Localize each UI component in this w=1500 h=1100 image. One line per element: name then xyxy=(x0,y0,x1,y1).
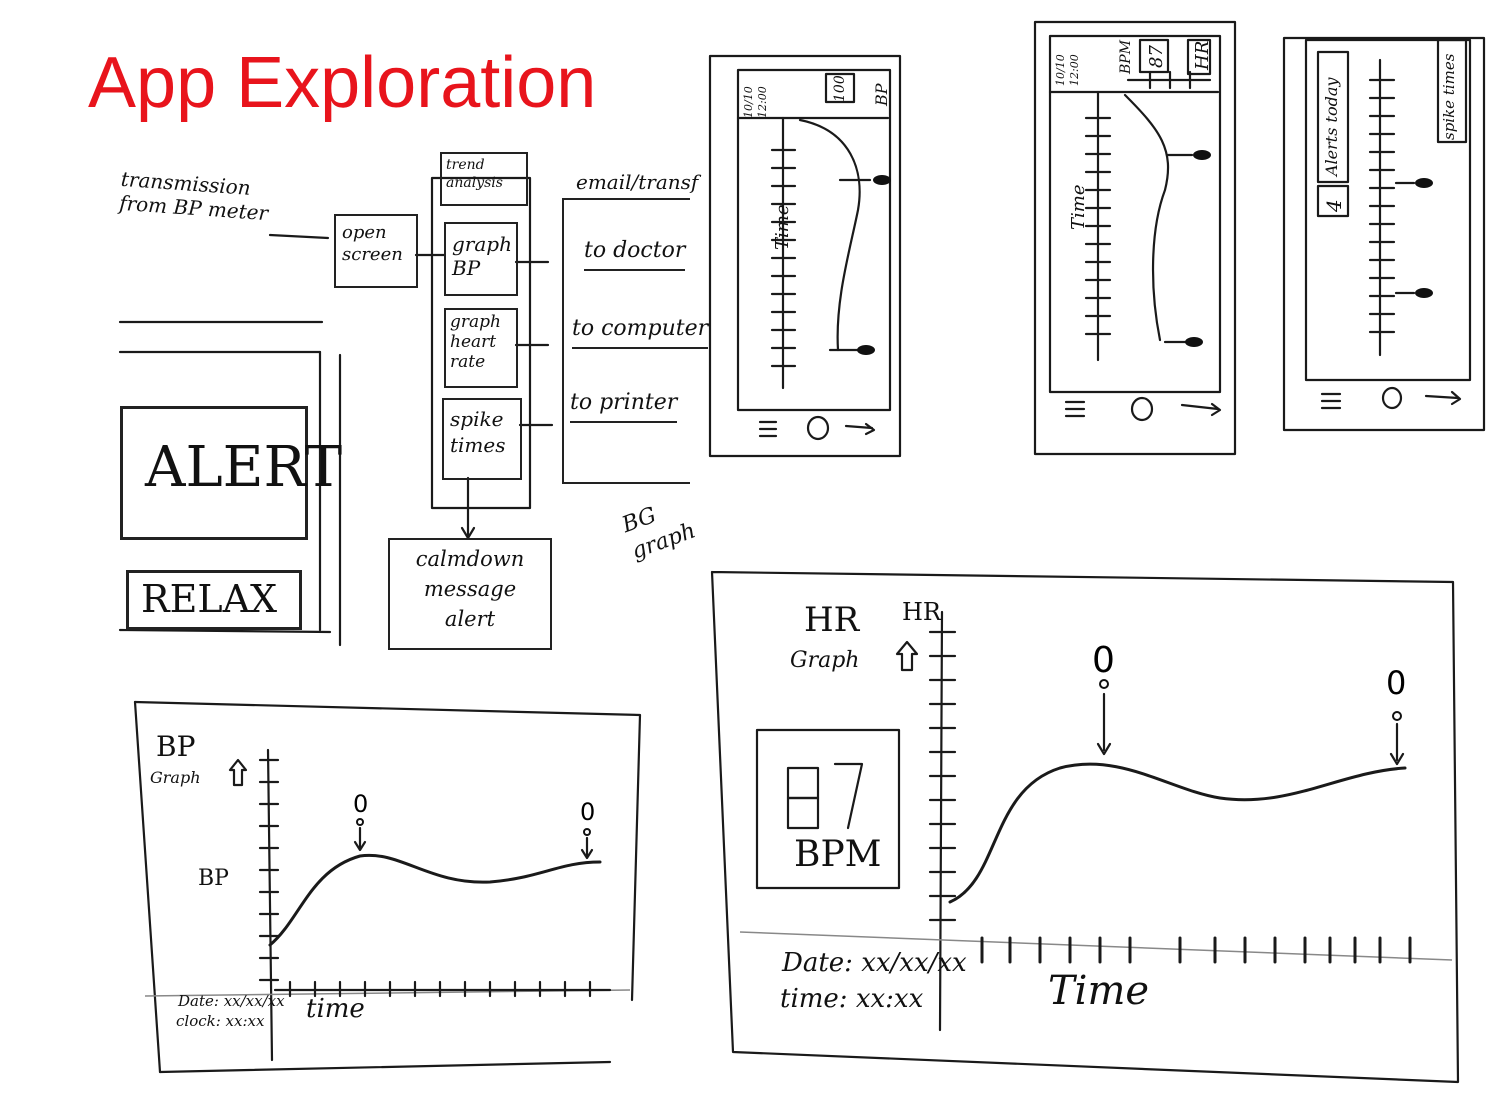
svg-text:0: 0 xyxy=(1092,640,1115,681)
to-computer-option[interactable]: to computer xyxy=(572,316,709,349)
phone-hr-label: HR xyxy=(1192,40,1213,70)
hr-time: time: xx:xx xyxy=(780,984,924,1014)
calmdown-label: calmdown message alert xyxy=(415,547,525,631)
spike-times-label: spike times xyxy=(450,407,506,457)
bp-x-label: time xyxy=(306,994,365,1024)
calmdown-box[interactable]: calmdown message alert xyxy=(388,538,552,650)
phone-hr-unit: BPM xyxy=(1118,39,1134,74)
phone-spike-alerts-count: 4 xyxy=(1322,199,1346,212)
alert-label: ALERT xyxy=(145,435,343,500)
open-screen-label: open screen xyxy=(342,222,403,265)
phone-hr-curve xyxy=(1123,93,1170,342)
hr-y-label: HR xyxy=(902,598,941,626)
phone-spike-alerts-label: Alerts today xyxy=(1322,77,1341,176)
alert-banner[interactable]: ALERT xyxy=(120,406,342,540)
trend-analysis-label: trend analysis xyxy=(446,157,503,191)
open-screen-box[interactable]: open screen xyxy=(334,214,418,288)
graph-bp-label: graph BP xyxy=(452,232,512,280)
to-printer-option[interactable]: to printer xyxy=(570,390,678,423)
bp-date: Date: xx/xx/xx xyxy=(178,992,285,1010)
hr-curve xyxy=(948,762,1407,904)
hr-graph-subtitle: Graph xyxy=(790,648,860,673)
sketch-lines: 0 0 0 0 xyxy=(118,20,1486,1084)
bp-curve xyxy=(268,853,602,947)
trend-analysis-box[interactable]: trend analysis xyxy=(440,152,528,206)
spike-times-box[interactable]: spike times xyxy=(442,398,522,480)
hr-x-label: Time xyxy=(1048,968,1150,1014)
phone-bp-time: 12:00 xyxy=(756,86,769,118)
graph-bp-box[interactable]: graph BP xyxy=(444,222,518,296)
bp-clock: clock: xx:xx xyxy=(176,1012,265,1030)
svg-text:0: 0 xyxy=(580,798,595,826)
phone-spike-label: spike times xyxy=(1440,53,1458,140)
phone-bp-label: BP xyxy=(872,83,891,106)
relax-button[interactable]: RELAX xyxy=(126,570,302,630)
phone-bp-axis-label: Time xyxy=(772,204,793,250)
svg-text:0: 0 xyxy=(1386,664,1406,702)
relax-label: RELAX xyxy=(141,577,278,621)
hr-graph-title: HR xyxy=(804,600,860,640)
phone-bp-curve xyxy=(798,118,861,352)
hr-date: Date: xx/xx/xx xyxy=(782,948,967,978)
phone-hr-time: 12:00 xyxy=(1068,54,1081,86)
phone-hr-value: 87 xyxy=(1146,45,1167,68)
phone-hr-date: 10/10 xyxy=(1054,54,1067,86)
phone-bp-date: 10/10 xyxy=(742,86,755,118)
bp-graph-title: BP xyxy=(156,730,196,763)
email-header: email/transf xyxy=(576,170,699,194)
graph-heart-rate-label: graph heart rate xyxy=(450,312,501,372)
to-doctor-option[interactable]: to doctor xyxy=(584,238,686,271)
phone-hr-axis-label: Time xyxy=(1068,184,1089,230)
svg-text:0: 0 xyxy=(353,790,368,818)
hr-unit: BPM xyxy=(794,834,882,875)
phone-bp-value: 100 xyxy=(832,75,848,102)
hr-value: 87 xyxy=(860,744,861,745)
graph-heart-rate-box[interactable]: graph heart rate xyxy=(444,308,518,388)
bp-y-label: BP xyxy=(198,866,229,891)
bp-graph-subtitle: Graph xyxy=(150,768,201,787)
